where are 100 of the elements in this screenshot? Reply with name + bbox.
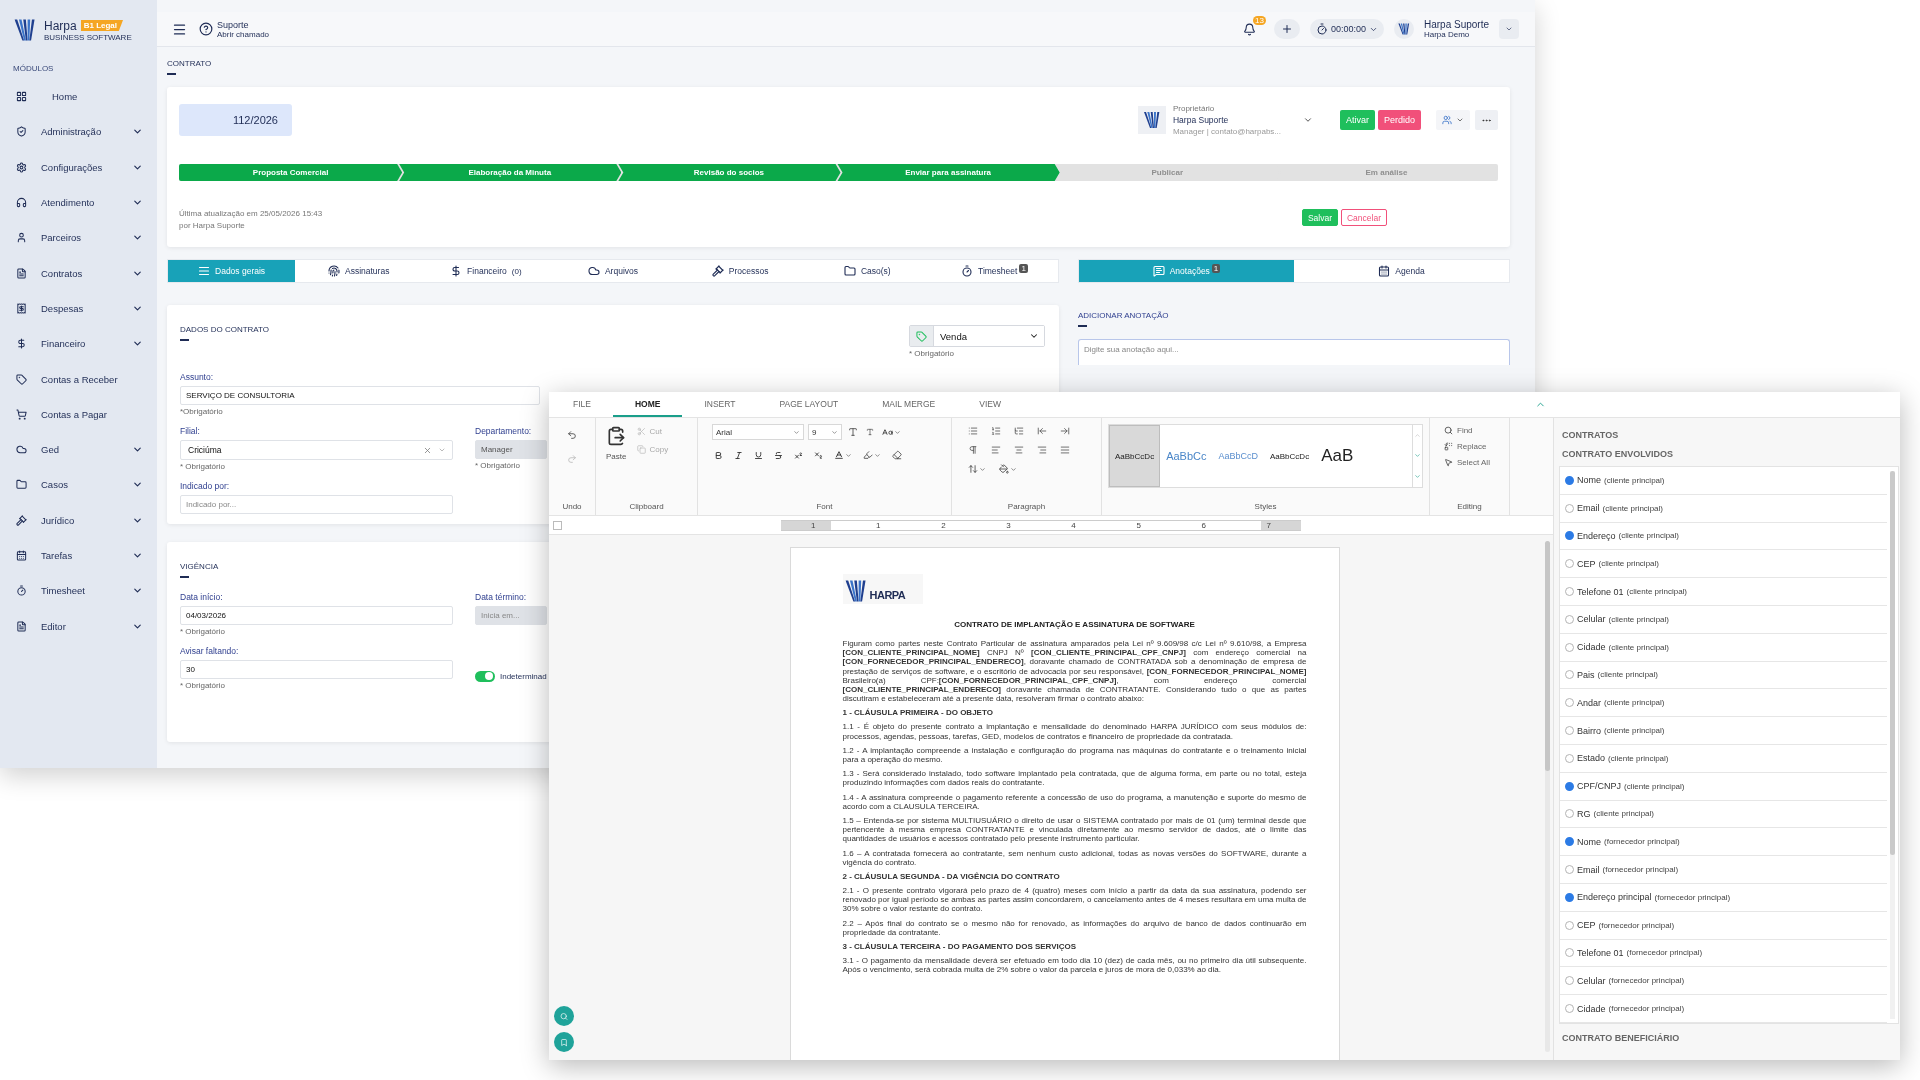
field-option[interactable]: Endereço (cliente principal)	[1560, 522, 1887, 551]
field-option[interactable]: Nome (fornecedor principal)	[1560, 828, 1887, 857]
list-button[interactable]	[989, 424, 1003, 438]
field-option[interactable]: CEP (cliente principal)	[1560, 550, 1887, 579]
radio-button[interactable]	[1565, 587, 1574, 597]
field-option[interactable]: Estado (cliente principal)	[1560, 744, 1887, 773]
field-option[interactable]: Pais (cliente principal)	[1560, 661, 1887, 690]
field-option[interactable]: Celular (cliente principal)	[1560, 606, 1887, 634]
sidebar-item[interactable]: Timesheet	[0, 573, 157, 609]
radio-button[interactable]	[1565, 920, 1574, 930]
list-button[interactable]	[966, 424, 980, 438]
ruler[interactable]: 1 1 2 3 4 5 6 7	[781, 519, 1301, 531]
field-option[interactable]: Telefone 01 (cliente principal)	[1560, 578, 1887, 606]
bell-icon[interactable]	[1242, 22, 1256, 36]
paste-button[interactable]: Paste	[602, 424, 631, 498]
zoom-button[interactable]	[554, 1006, 574, 1026]
timer-button[interactable]: 00:00:00	[1309, 19, 1384, 39]
scrollbar[interactable]	[1545, 541, 1550, 1052]
paragraph-button[interactable]	[1058, 443, 1072, 457]
editing-action[interactable]: Replace	[1444, 440, 1490, 453]
scrollbar[interactable]	[1890, 471, 1895, 1019]
select-field[interactable]: Criciúma	[180, 440, 453, 460]
redo-button[interactable]	[565, 452, 579, 466]
field-option[interactable]: Email (fornecedor principal)	[1560, 856, 1887, 884]
input-field[interactable]: 04/03/2026	[180, 606, 453, 625]
editing-action[interactable]: Find	[1444, 424, 1490, 437]
sidebar-item[interactable]: Casos	[0, 467, 157, 503]
ribbon-tab[interactable]: FILE	[551, 392, 613, 417]
clear-format-button[interactable]	[890, 448, 904, 462]
ribbon-tab[interactable]: PAGE LAYOUT	[757, 392, 861, 417]
paragraph-button[interactable]	[989, 443, 1003, 457]
sidebar-item[interactable]: Home	[0, 79, 157, 115]
add-button[interactable]	[1273, 19, 1300, 39]
paragraph-button[interactable]	[1035, 443, 1049, 457]
field-option[interactable]: CEP (fornecedor principal)	[1560, 911, 1887, 940]
line-spacing-button[interactable]	[966, 462, 988, 476]
input-field[interactable]: Indicado por...	[180, 495, 453, 514]
sidebar-item[interactable]: Administração	[0, 114, 157, 150]
radio-button[interactable]	[1565, 753, 1574, 763]
sidebar-item[interactable]: Configurações	[0, 149, 157, 185]
radio-button[interactable]	[1565, 865, 1574, 875]
radio-button[interactable]	[1565, 1004, 1574, 1014]
font-select[interactable]: Arial	[712, 424, 804, 440]
field-option[interactable]: Cidade (cliente principal)	[1560, 633, 1887, 662]
sidebar-item[interactable]: Atendimento	[0, 184, 157, 221]
undo-button[interactable]	[565, 428, 579, 442]
sidebar-item[interactable]: Jurídico	[0, 502, 157, 538]
shading-button[interactable]	[997, 462, 1019, 476]
ribbon-tab[interactable]: INSERT	[682, 392, 758, 417]
caret-icon[interactable]	[1302, 115, 1313, 125]
input-field[interactable]: 30	[180, 660, 453, 679]
ribbon-tab[interactable]: VIEW	[957, 392, 1023, 417]
sidebar-item[interactable]: Contas a Receber	[0, 361, 157, 397]
list-button[interactable]	[1012, 424, 1026, 438]
field-option[interactable]: RG (cliente principal)	[1560, 800, 1887, 829]
annotation-field[interactable]: Digite sua anotação aqui...	[1078, 339, 1510, 365]
radio-button[interactable]	[1565, 503, 1574, 513]
radio-button[interactable]	[1565, 642, 1574, 652]
toggle-switch[interactable]	[475, 670, 495, 682]
sidebar-item[interactable]: Ged	[0, 431, 157, 468]
tab[interactable]: Anotações 1	[1079, 260, 1294, 282]
grow-font-button[interactable]	[846, 425, 860, 439]
radio-button[interactable]	[1565, 698, 1574, 708]
field-option[interactable]: Nome (cliente principal)	[1560, 467, 1887, 495]
size-select[interactable]: 9	[808, 424, 842, 440]
field-option[interactable]: Telefone 01 (fornecedor principal)	[1560, 939, 1887, 968]
sidebar-item[interactable]: Parceiros	[0, 220, 157, 256]
sidebar-item[interactable]: Editor	[0, 608, 157, 644]
radio-button[interactable]	[1565, 948, 1574, 958]
radio-button[interactable]	[1565, 781, 1574, 791]
radio-button[interactable]	[1565, 837, 1574, 847]
radio-button[interactable]	[1565, 559, 1574, 569]
radio-button[interactable]	[1565, 614, 1574, 624]
field-option[interactable]: Celular (fornecedor principal)	[1560, 967, 1887, 996]
field-option[interactable]: Bairro (cliente principal)	[1560, 717, 1887, 745]
style-sample[interactable]: AaBbCcDc	[1109, 425, 1161, 487]
font-color-button[interactable]	[832, 448, 854, 462]
radio-button[interactable]	[1565, 976, 1574, 986]
shrink-font-button[interactable]	[864, 426, 876, 438]
support-button[interactable]: Suporte Abrir chamado	[199, 19, 270, 39]
radio-button[interactable]	[1565, 726, 1574, 736]
radio-button[interactable]	[1565, 475, 1574, 485]
field-option[interactable]: Andar (cliente principal)	[1560, 689, 1887, 718]
sidebar-item[interactable]: Contas a Pagar	[0, 396, 157, 432]
sidebar-item[interactable]: Tarefas	[0, 537, 157, 574]
tab-stop-button[interactable]	[553, 520, 562, 530]
radio-button[interactable]	[1565, 892, 1574, 902]
sidebar-item[interactable]: Financeiro	[0, 326, 157, 362]
highlight-button[interactable]	[861, 448, 883, 462]
paragraph-button[interactable]	[1012, 443, 1026, 457]
sidebar-item[interactable]: Contratos	[0, 255, 157, 291]
members-button[interactable]	[1436, 110, 1470, 130]
radio-button[interactable]	[1565, 809, 1574, 819]
field-option[interactable]: CPF/CNPJ (cliente principal)	[1560, 772, 1887, 801]
paragraph-button[interactable]	[966, 443, 980, 457]
ribbon-tab[interactable]: MAIL MERGE	[860, 392, 958, 417]
sidebar-item[interactable]: Despesas	[0, 290, 157, 327]
bookmark-button[interactable]	[554, 1032, 574, 1052]
field-option[interactable]: Email (cliente principal)	[1560, 494, 1887, 523]
editing-action[interactable]: Select All	[1444, 456, 1490, 469]
